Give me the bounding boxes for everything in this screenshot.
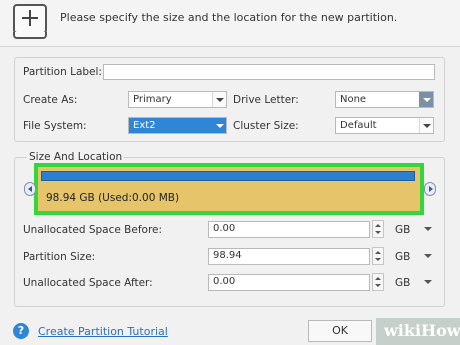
unit-dropdown-icon[interactable] <box>424 227 432 233</box>
partition-label-input[interactable] <box>103 64 435 80</box>
watermark-text: wikiHow <box>384 321 460 340</box>
chevron-down-icon[interactable] <box>212 118 226 133</box>
size-location-title: Size And Location <box>27 151 125 163</box>
unit-dropdown-icon[interactable] <box>424 280 432 286</box>
create-as-value: Primary <box>133 94 172 105</box>
drive-letter-value: None <box>340 94 367 105</box>
header-description: Please specify the size and the location… <box>60 11 398 24</box>
dialog-header: Please specify the size and the location… <box>0 0 460 46</box>
right-resize-handle-icon[interactable] <box>424 182 436 196</box>
unallocated-before-unit: GB <box>395 224 411 236</box>
disk-size-text: 98.94 GB (Used:0.00 MB) <box>46 192 180 204</box>
help-icon[interactable]: ? <box>13 323 29 339</box>
cluster-size-select[interactable]: Default <box>335 117 434 134</box>
partition-size-unit: GB <box>395 251 411 263</box>
left-resize-handle-icon[interactable] <box>24 182 36 196</box>
create-as-label: Create As: <box>23 94 78 106</box>
partition-label-label: Partition Label: <box>23 66 102 78</box>
partition-size-input[interactable]: 98.94 <box>208 248 370 265</box>
unallocated-after-label: Unallocated Space After: <box>23 277 153 289</box>
file-system-select[interactable]: Ext2 <box>128 117 227 134</box>
disk-map-highlight[interactable]: 98.94 GB (Used:0.00 MB) <box>34 163 424 215</box>
chevron-down-icon[interactable] <box>212 92 226 107</box>
file-system-value: Ext2 <box>133 120 156 131</box>
drive-letter-select[interactable]: None <box>335 91 434 108</box>
create-as-select[interactable]: Primary <box>128 91 227 108</box>
unallocated-after-unit: GB <box>395 277 411 289</box>
header-divider <box>0 46 460 47</box>
unallocated-before-input[interactable]: 0.00 <box>208 221 370 238</box>
chevron-down-icon[interactable] <box>419 118 433 133</box>
partition-usage-bar[interactable] <box>41 171 415 181</box>
partition-size-stepper[interactable] <box>372 247 384 265</box>
unallocated-after-stepper[interactable] <box>372 273 384 291</box>
create-partition-tutorial-link[interactable]: Create Partition Tutorial <box>38 325 168 338</box>
drive-letter-label: Drive Letter: <box>233 94 299 106</box>
partition-size-label: Partition Size: <box>23 251 96 263</box>
chevron-down-icon[interactable] <box>419 92 433 107</box>
ok-button[interactable]: OK <box>308 320 372 342</box>
file-system-label: File System: <box>23 120 87 132</box>
wikihow-watermark: wikiHow <box>376 318 460 345</box>
unallocated-after-input[interactable]: 0.00 <box>208 274 370 291</box>
unallocated-before-label: Unallocated Space Before: <box>23 224 163 236</box>
unallocated-before-stepper[interactable] <box>372 220 384 238</box>
cluster-size-label: Cluster Size: <box>233 120 299 132</box>
new-partition-icon <box>13 4 47 39</box>
cluster-size-value: Default <box>340 120 377 131</box>
unit-dropdown-icon[interactable] <box>424 254 432 260</box>
